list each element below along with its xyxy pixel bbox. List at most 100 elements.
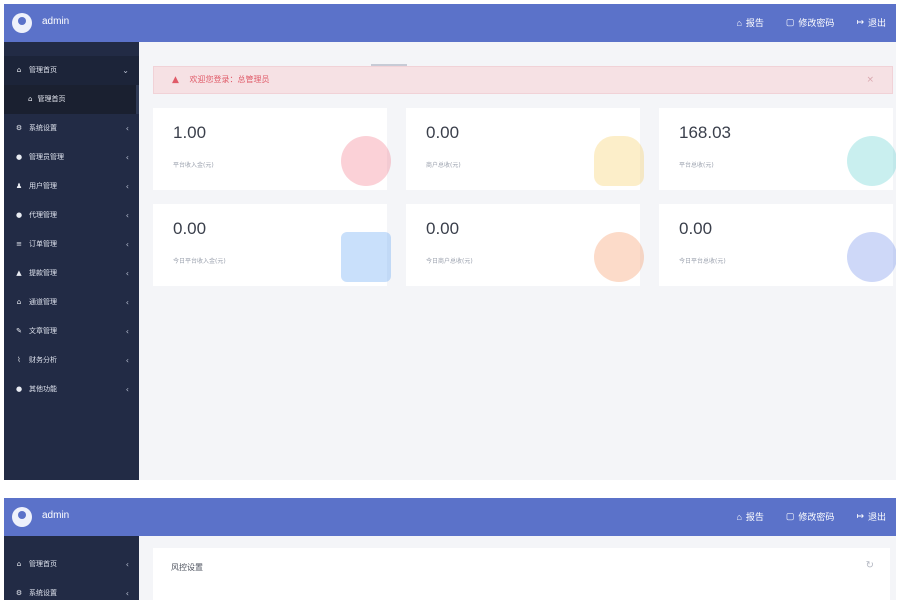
home-icon: ⌂ (736, 17, 742, 28)
bank-icon: ⌂ (16, 298, 22, 306)
list-icon: ≡ (16, 240, 22, 248)
sidebar-item-admin-management[interactable]: ● 管理员管理 ‹ (4, 143, 139, 172)
sidebar-subitem-dashboard[interactable]: ⌂ 管理首页 (4, 85, 139, 114)
sidebar-item-label: 财务分析 (29, 356, 57, 364)
username[interactable]: admin (42, 16, 69, 27)
user-icon: ● (15, 385, 23, 393)
logout-label: 退出 (867, 18, 886, 28)
chevron-left-icon: ‹ (125, 560, 129, 569)
sidebar: ⌂ 管理首页 ⌄ ⌂ 管理首页 ⚙ 系统设置 ‹ ● 管理员管理 ‹ ♟ 用户管… (4, 42, 139, 480)
sidebar-item-system-settings[interactable]: ⚙ 系统设置 ‹ (4, 579, 139, 600)
lock-icon: ▢ (785, 17, 795, 27)
edit-icon: ✎ (16, 327, 22, 335)
report-link[interactable]: ⌂ 报告 (736, 16, 763, 29)
stat-label: 商户总收(元) (426, 162, 461, 169)
refresh-icon[interactable]: ↻ (866, 560, 874, 571)
sidebar-item-order-management[interactable]: ≡ 订单管理 ‹ (4, 230, 139, 259)
stat-value: 1.00 (173, 123, 207, 142)
logout-label: 退出 (867, 512, 886, 522)
close-icon[interactable]: × (866, 67, 874, 93)
coins-icon (594, 136, 644, 186)
chevron-left-icon: ‹ (125, 298, 129, 307)
sidebar-item-label: 其他功能 (29, 385, 57, 393)
risk-settings-panel: 风控设置 ↻ (153, 548, 890, 600)
wallet-icon (341, 232, 391, 282)
sidebar-item-finance-analysis[interactable]: ⌇ 财务分析 ‹ (4, 346, 139, 375)
sidebar-item-label: 管理首页 (29, 560, 57, 568)
sidebar-item-dashboard[interactable]: ⌂ 管理首页 ⌄ (4, 56, 139, 85)
sidebar-item-label: 系统设置 (29, 124, 57, 132)
stat-card-today-platform-income: 0.00 今日平台收入金(元) (153, 204, 391, 286)
stat-value: 168.03 (679, 123, 731, 142)
sidebar-item-channel-management[interactable]: ⌂ 通道管理 ‹ (4, 288, 139, 317)
chevron-down-icon: ⌄ (122, 66, 129, 75)
dashboard-screen: admin ⌂ 报告 ▢ 修改密码 ↦ 退出 ⌂ 管理首页 ⌄ ⌂ 管理首页 ⚙ 系统… (4, 4, 896, 480)
sidebar-item-label: 文章管理 (29, 327, 57, 335)
sidebar-item-system-settings[interactable]: ⚙ 系统设置 ‹ (4, 114, 139, 143)
stat-label: 今日商户总收(元) (426, 258, 473, 265)
money-bag-icon (847, 232, 896, 282)
sidebar-item-label: 管理首页 (29, 66, 57, 74)
stat-card-merchant-total: 0.00 商户总收(元) (406, 108, 644, 190)
sidebar-item-agent-management[interactable]: ● 代理管理 ‹ (4, 201, 139, 230)
chevron-left-icon: ‹ (125, 589, 129, 598)
avatar[interactable] (12, 13, 32, 33)
home-icon: ⌂ (28, 95, 33, 103)
alert-text: 欢迎您登录：总管理员 (189, 75, 270, 84)
chevron-left-icon: ‹ (125, 211, 129, 220)
logout-link[interactable]: ↦ 退出 (856, 16, 886, 29)
users-icon: ♟ (15, 182, 23, 190)
user-icon: ● (15, 211, 23, 219)
sidebar-item-article-management[interactable]: ✎ 文章管理 ‹ (4, 317, 139, 346)
stat-label: 今日平台总收(元) (679, 258, 726, 265)
top-header: admin ⌂ 报告 ▢ 修改密码 ↦ 退出 (4, 498, 896, 536)
panel-title: 风控设置 (171, 563, 203, 572)
top-header: admin ⌂ 报告 ▢ 修改密码 ↦ 退出 (4, 4, 896, 42)
change-password-link[interactable]: ▢ 修改密码 (786, 16, 835, 29)
avatar[interactable] (12, 507, 32, 527)
sidebar-item-other-functions[interactable]: ● 其他功能 ‹ (4, 375, 139, 404)
card-icon (847, 136, 896, 186)
stat-card-platform-total: 168.03 平台总收(元) (659, 108, 896, 190)
chart-icon: ⌇ (17, 356, 21, 364)
settings-icon: ⚙ (15, 589, 23, 597)
stat-card-today-merchant-total: 0.00 今日商户总收(元) (406, 204, 644, 286)
report-label: 报告 (745, 18, 764, 28)
header-actions: ⌂ 报告 ▢ 修改密码 ↦ 退出 (736, 16, 886, 29)
sidebar: ⌂ 管理首页 ‹ ⚙ 系统设置 ‹ (4, 536, 139, 600)
stat-card-today-platform-total: 0.00 今日平台总收(元) (659, 204, 896, 286)
chevron-left-icon: ‹ (125, 124, 129, 133)
welcome-alert: ▲ 欢迎您登录：总管理员 × (153, 66, 893, 94)
home-icon: ⌂ (736, 511, 742, 522)
sidebar-item-label: 订单管理 (29, 240, 57, 248)
sidebar-item-label: 系统设置 (29, 589, 57, 597)
sidebar-item-label: 提款管理 (29, 269, 57, 277)
header-actions: ⌂ 报告 ▢ 修改密码 ↦ 退出 (736, 510, 886, 523)
chevron-left-icon: ‹ (125, 240, 129, 249)
stat-value: 0.00 (426, 123, 460, 142)
change-password-label: 修改密码 (798, 512, 835, 522)
sidebar-item-dashboard[interactable]: ⌂ 管理首页 ‹ (4, 550, 139, 579)
logout-icon: ↦ (856, 511, 864, 521)
stat-card-platform-income: 1.00 平台收入金(元) (153, 108, 391, 190)
logout-link[interactable]: ↦ 退出 (856, 510, 886, 523)
chevron-left-icon: ‹ (125, 356, 129, 365)
main-content: 风控设置 ↻ (139, 536, 896, 600)
user-icon: ● (15, 153, 23, 161)
chevron-left-icon: ‹ (125, 327, 129, 336)
sidebar-subitem-label: 管理首页 (37, 95, 66, 103)
sidebar-item-withdrawal-management[interactable]: ▲ 提款管理 ‹ (4, 259, 139, 288)
stat-value: 0.00 (679, 219, 713, 238)
stat-value: 0.00 (173, 219, 207, 238)
username[interactable]: admin (42, 510, 69, 521)
report-link[interactable]: ⌂ 报告 (736, 510, 763, 523)
stat-value: 0.00 (426, 219, 460, 238)
warning-icon: ▲ (172, 75, 179, 85)
change-password-link[interactable]: ▢ 修改密码 (786, 510, 835, 523)
sidebar-item-user-management[interactable]: ♟ 用户管理 ‹ (4, 172, 139, 201)
stat-label: 平台总收(元) (679, 162, 714, 169)
logout-icon: ↦ (856, 17, 864, 27)
settings-icon: ⚙ (15, 124, 23, 132)
